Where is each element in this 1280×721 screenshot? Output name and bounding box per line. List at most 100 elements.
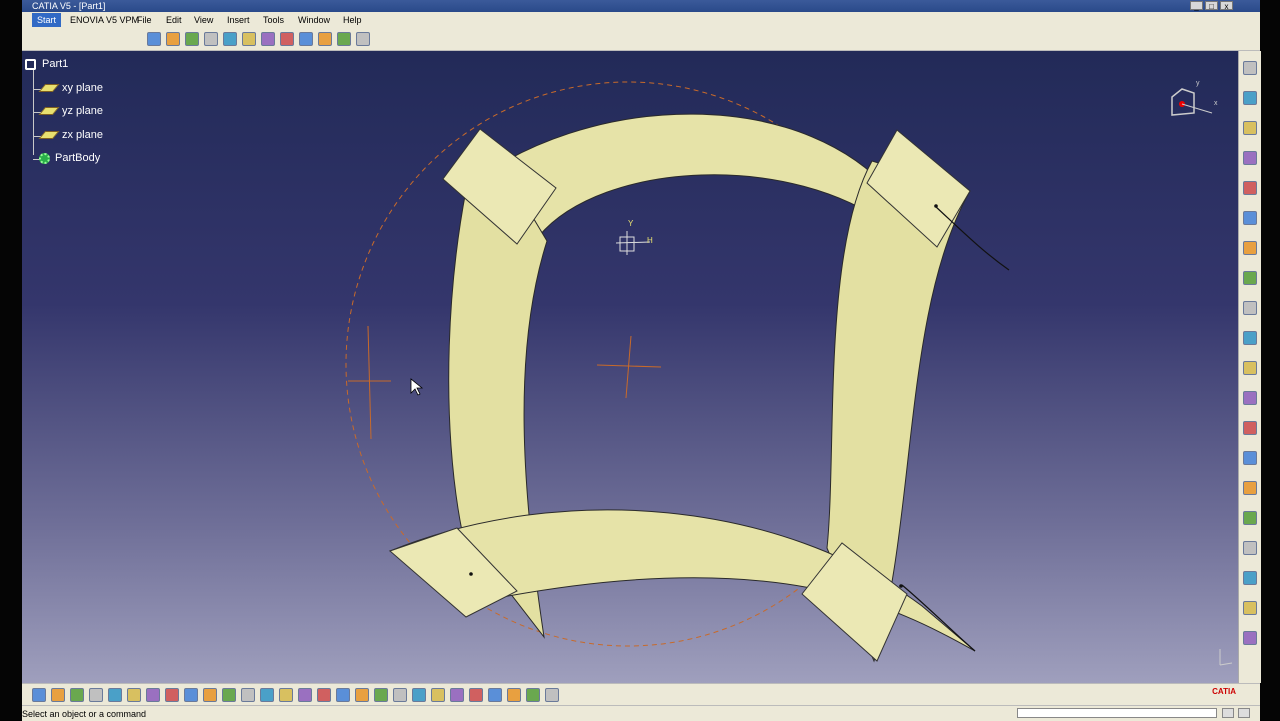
helix-icon[interactable] — [1243, 301, 1257, 315]
constraint-icon[interactable] — [507, 688, 521, 702]
trim-icon[interactable] — [374, 688, 388, 702]
status-button-1[interactable] — [1222, 708, 1234, 718]
join-icon[interactable] — [317, 688, 331, 702]
fillet-icon[interactable] — [431, 688, 445, 702]
blend-icon[interactable] — [1243, 571, 1257, 585]
view-toolbar — [22, 28, 1260, 51]
tree-item-partbody[interactable]: PartBody — [39, 152, 100, 164]
part-icon — [25, 58, 36, 70]
paste-icon[interactable] — [146, 688, 160, 702]
zoom-in-icon[interactable] — [223, 32, 237, 46]
translate-icon[interactable] — [450, 688, 464, 702]
fit-all-icon[interactable] — [166, 32, 180, 46]
multisection-icon[interactable] — [1243, 541, 1257, 555]
update-icon[interactable] — [222, 688, 236, 702]
geometry-canvas[interactable]: Y H y x — [22, 51, 1238, 683]
shading-icon[interactable] — [299, 32, 313, 46]
maximize-button[interactable]: □ — [1205, 1, 1218, 11]
pan-icon[interactable] — [185, 32, 199, 46]
new-icon[interactable] — [32, 688, 46, 702]
compass-icon[interactable] — [1171, 88, 1213, 116]
redo-icon[interactable] — [184, 688, 198, 702]
boundary-icon[interactable] — [393, 688, 407, 702]
revolve-icon[interactable] — [1243, 361, 1257, 375]
rotate-icon[interactable] — [204, 32, 218, 46]
cut-icon[interactable] — [108, 688, 122, 702]
line-icon[interactable] — [1243, 121, 1257, 135]
boolean-icon[interactable] — [1243, 601, 1257, 615]
whats-this-icon[interactable] — [203, 688, 217, 702]
menu-tools[interactable]: Tools — [263, 15, 284, 25]
extract-icon[interactable] — [412, 688, 426, 702]
split-icon[interactable] — [355, 688, 369, 702]
zoom-out-icon[interactable] — [242, 32, 256, 46]
intersection-icon[interactable] — [1243, 211, 1257, 225]
menu-enovia[interactable]: ENOVIA V5 VPM — [70, 15, 139, 25]
undo-icon[interactable] — [165, 688, 179, 702]
extrude-icon[interactable] — [1243, 331, 1257, 345]
point-bottom-left[interactable] — [469, 572, 473, 576]
open-icon[interactable] — [51, 688, 65, 702]
tree-item-yz-plane[interactable]: yz plane — [38, 105, 103, 117]
close-button[interactable]: x — [1220, 1, 1233, 11]
menu-start[interactable]: Start — [32, 13, 62, 27]
plane-icon[interactable] — [1243, 151, 1257, 165]
point-icon[interactable] — [1243, 91, 1257, 105]
spline-icon[interactable] — [1243, 271, 1257, 285]
status-message: Select an object or a command — [22, 709, 147, 719]
gear-icon — [39, 152, 50, 164]
projection-icon[interactable] — [1243, 181, 1257, 195]
minimize-button[interactable]: _ — [1190, 1, 1203, 11]
menu-insert[interactable]: Insert — [227, 15, 250, 25]
cylinder-icon[interactable] — [1243, 421, 1257, 435]
measure-icon[interactable] — [241, 688, 255, 702]
sphere-icon[interactable] — [1243, 391, 1257, 405]
menu-help[interactable]: Help — [343, 15, 362, 25]
snap-icon[interactable] — [488, 688, 502, 702]
command-input[interactable] — [1017, 708, 1217, 718]
copy-icon[interactable] — [127, 688, 141, 702]
hide-show-icon[interactable] — [318, 32, 332, 46]
tree-item-zx-plane[interactable]: zx plane — [38, 129, 103, 141]
print-icon[interactable] — [89, 688, 103, 702]
iso-view-icon[interactable] — [280, 32, 294, 46]
origin-axis-icon — [615, 231, 651, 255]
menu-edit[interactable]: Edit — [166, 15, 182, 25]
standard-toolbar: CATIA — [22, 683, 1260, 706]
annotation-icon[interactable] — [260, 688, 274, 702]
save-icon[interactable] — [70, 688, 84, 702]
crosshair-left-vertical — [367, 325, 372, 440]
right-border — [1260, 0, 1280, 720]
axis-system-icon[interactable] — [1243, 631, 1257, 645]
analysis-icon[interactable] — [526, 688, 540, 702]
tree-item-part1[interactable]: Part1 — [25, 58, 68, 70]
tree-item-xy-plane[interactable]: xy plane — [38, 82, 103, 94]
catalog-icon[interactable] — [279, 688, 293, 702]
crosshair-center-vertical — [625, 335, 632, 399]
tree-label: PartBody — [55, 152, 101, 164]
offset-icon[interactable] — [1243, 451, 1257, 465]
fly-mode-icon[interactable] — [147, 32, 161, 46]
fill-icon[interactable] — [1243, 511, 1257, 525]
healing-icon[interactable] — [336, 688, 350, 702]
sketcher-icon[interactable] — [298, 688, 312, 702]
3d-viewport[interactable]: Y H y x Part1 xy plane yz plane zx plane… — [22, 51, 1238, 683]
status-button-2[interactable] — [1238, 708, 1250, 718]
menu-file[interactable]: File — [137, 15, 152, 25]
grid-icon[interactable] — [469, 688, 483, 702]
sketch-icon[interactable] — [1243, 61, 1257, 75]
sweep-icon[interactable] — [1243, 481, 1257, 495]
point-top-right[interactable] — [934, 204, 938, 208]
plane-icon — [38, 131, 60, 140]
swap-space-icon[interactable] — [337, 32, 351, 46]
title-bar: CATIA V5 - [Part1] _ □ x — [22, 0, 1260, 12]
circle-icon[interactable] — [1243, 241, 1257, 255]
render-style-icon[interactable] — [356, 32, 370, 46]
menu-bar: Start ENOVIA V5 VPM File Edit View Inser… — [22, 12, 1260, 28]
point-bottom-right[interactable] — [899, 584, 903, 588]
law-icon[interactable] — [545, 688, 559, 702]
normal-view-icon[interactable] — [261, 32, 275, 46]
menu-view[interactable]: View — [194, 15, 213, 25]
plane-icon — [38, 107, 60, 116]
menu-window[interactable]: Window — [298, 15, 330, 25]
